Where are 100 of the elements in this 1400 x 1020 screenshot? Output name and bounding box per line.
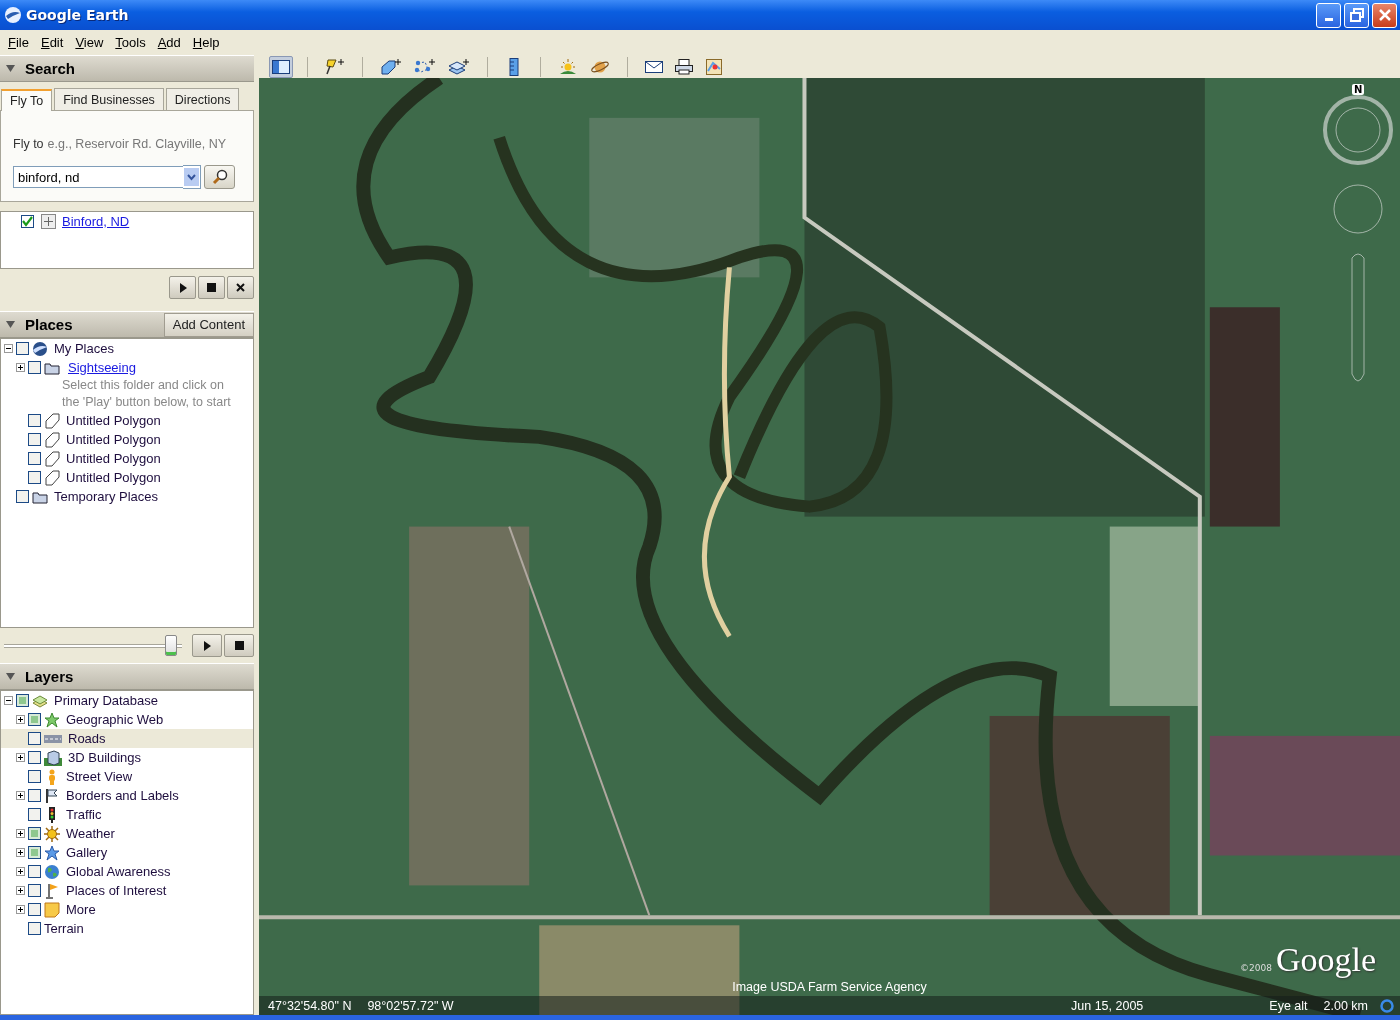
expand-toggle-icon[interactable] — [16, 848, 25, 857]
stop-icon — [234, 641, 244, 650]
expand-toggle-icon[interactable] — [16, 905, 25, 914]
checkbox[interactable] — [28, 414, 41, 427]
tree-item-label[interactable]: Untitled Polygon — [66, 413, 161, 428]
checkbox[interactable] — [28, 789, 41, 802]
stop-button[interactable] — [198, 276, 225, 299]
layer-label[interactable]: Street View — [66, 769, 133, 784]
close-button[interactable] — [1372, 2, 1397, 28]
minimize-icon — [1324, 18, 1333, 21]
menu-item[interactable]: Tools — [109, 35, 152, 50]
panel-title: Places — [25, 316, 73, 333]
layer-label[interactable]: Global Awareness — [66, 864, 171, 879]
checkbox[interactable] — [28, 884, 41, 897]
tab[interactable]: Find Businesses — [54, 88, 164, 110]
checkbox[interactable] — [28, 846, 41, 859]
layer-label[interactable]: Primary Database — [54, 693, 159, 708]
expand-toggle-icon[interactable] — [4, 696, 13, 705]
checkbox[interactable] — [28, 827, 41, 840]
checkbox[interactable] — [28, 452, 41, 465]
tree-item-label[interactable]: Untitled Polygon — [66, 451, 161, 466]
checkbox[interactable] — [28, 903, 41, 916]
checkbox[interactable] — [21, 215, 34, 228]
collapse-icon[interactable] — [6, 321, 15, 328]
panel-title: Layers — [25, 668, 74, 685]
result-link[interactable]: Binford, ND — [62, 214, 130, 229]
menu-item[interactable]: Add — [151, 35, 187, 50]
expand-toggle-icon[interactable] — [16, 363, 25, 372]
menu-item[interactable]: View — [69, 35, 110, 50]
road-icon — [44, 733, 62, 744]
folder-icon — [44, 360, 60, 375]
search-icon — [211, 169, 228, 185]
tree-item-label[interactable]: Untitled Polygon — [66, 432, 161, 447]
play-button[interactable] — [192, 634, 222, 657]
menu-item[interactable]: File — [2, 35, 35, 50]
maximize-button[interactable] — [1344, 2, 1369, 28]
polygon-icon — [380, 57, 402, 76]
tab[interactable]: Fly To — [1, 89, 53, 111]
checkbox[interactable] — [28, 770, 41, 783]
checkbox[interactable] — [28, 732, 41, 745]
checkbox[interactable] — [28, 808, 41, 821]
checkbox[interactable] — [28, 361, 41, 374]
flag-icon — [44, 882, 60, 899]
checkbox[interactable] — [16, 490, 29, 503]
menu-item[interactable]: Edit — [34, 35, 70, 50]
expand-toggle-icon[interactable] — [16, 886, 25, 895]
checkbox[interactable] — [28, 865, 41, 878]
layer-label[interactable]: More — [66, 902, 96, 917]
pushpin-icon — [325, 57, 345, 76]
layer-label[interactable]: Geographic Web — [66, 712, 164, 727]
expand-toggle-icon[interactable] — [16, 829, 25, 838]
ruler-icon — [509, 57, 519, 76]
clear-button[interactable] — [227, 276, 254, 299]
layer-label[interactable]: Gallery — [66, 845, 108, 860]
layer-label[interactable]: Traffic — [66, 807, 102, 822]
expand-toggle-icon[interactable] — [16, 867, 25, 876]
compass-north-label: N — [1352, 84, 1365, 95]
close-icon — [1377, 8, 1392, 22]
layer-label[interactable]: Borders and Labels — [66, 788, 179, 803]
checkbox[interactable] — [28, 922, 41, 935]
tree-item-label[interactable]: Untitled Polygon — [66, 470, 161, 485]
expand-toggle-icon[interactable] — [16, 715, 25, 724]
eye-altitude-label: Eye alt — [1269, 998, 1308, 1013]
checkbox[interactable] — [28, 713, 41, 726]
folder-link[interactable]: Sightseeing — [68, 360, 136, 375]
field-label: Fly to — [13, 137, 44, 151]
checkbox[interactable] — [28, 751, 41, 764]
tree-item-label[interactable]: Temporary Places — [54, 489, 159, 504]
checkbox[interactable] — [16, 694, 29, 707]
layer-label[interactable]: Weather — [66, 826, 115, 841]
menu-item[interactable]: Help — [186, 35, 226, 50]
search-button[interactable] — [204, 165, 235, 189]
checkbox[interactable] — [28, 433, 41, 446]
collapse-icon[interactable] — [6, 65, 15, 72]
expand-toggle-icon[interactable] — [16, 791, 25, 800]
layer-label[interactable]: Terrain — [44, 921, 84, 936]
layer-label[interactable]: Places of Interest — [66, 883, 167, 898]
collapse-icon[interactable] — [6, 673, 15, 680]
checkbox[interactable] — [16, 342, 29, 355]
panel-title: Search — [25, 60, 76, 77]
expand-toggle-icon[interactable] — [16, 753, 25, 762]
latitude-text: 47°32'54.80" N — [268, 998, 352, 1013]
checkbox[interactable] — [28, 471, 41, 484]
folder-icon — [32, 489, 48, 504]
play-button[interactable] — [169, 276, 196, 299]
add-content-button[interactable]: Add Content — [163, 312, 254, 337]
building-icon — [44, 749, 62, 766]
stop-button[interactable] — [224, 634, 254, 657]
tree-item-label[interactable]: My Places — [54, 341, 114, 356]
tab[interactable]: Directions — [165, 88, 240, 110]
layer-label[interactable]: Roads — [68, 731, 106, 746]
restore-icon — [1349, 8, 1364, 22]
sun-icon — [44, 825, 60, 842]
layer-label[interactable]: 3D Buildings — [68, 750, 141, 765]
slider-thumb[interactable] — [164, 635, 177, 656]
print-icon — [675, 58, 693, 75]
minimize-button[interactable] — [1316, 2, 1341, 28]
sidebar-button[interactable] — [269, 55, 293, 78]
expand-toggle-icon[interactable] — [4, 344, 13, 353]
folder-description: Select this folder and click on the 'Play' button below, to start — [62, 378, 231, 409]
